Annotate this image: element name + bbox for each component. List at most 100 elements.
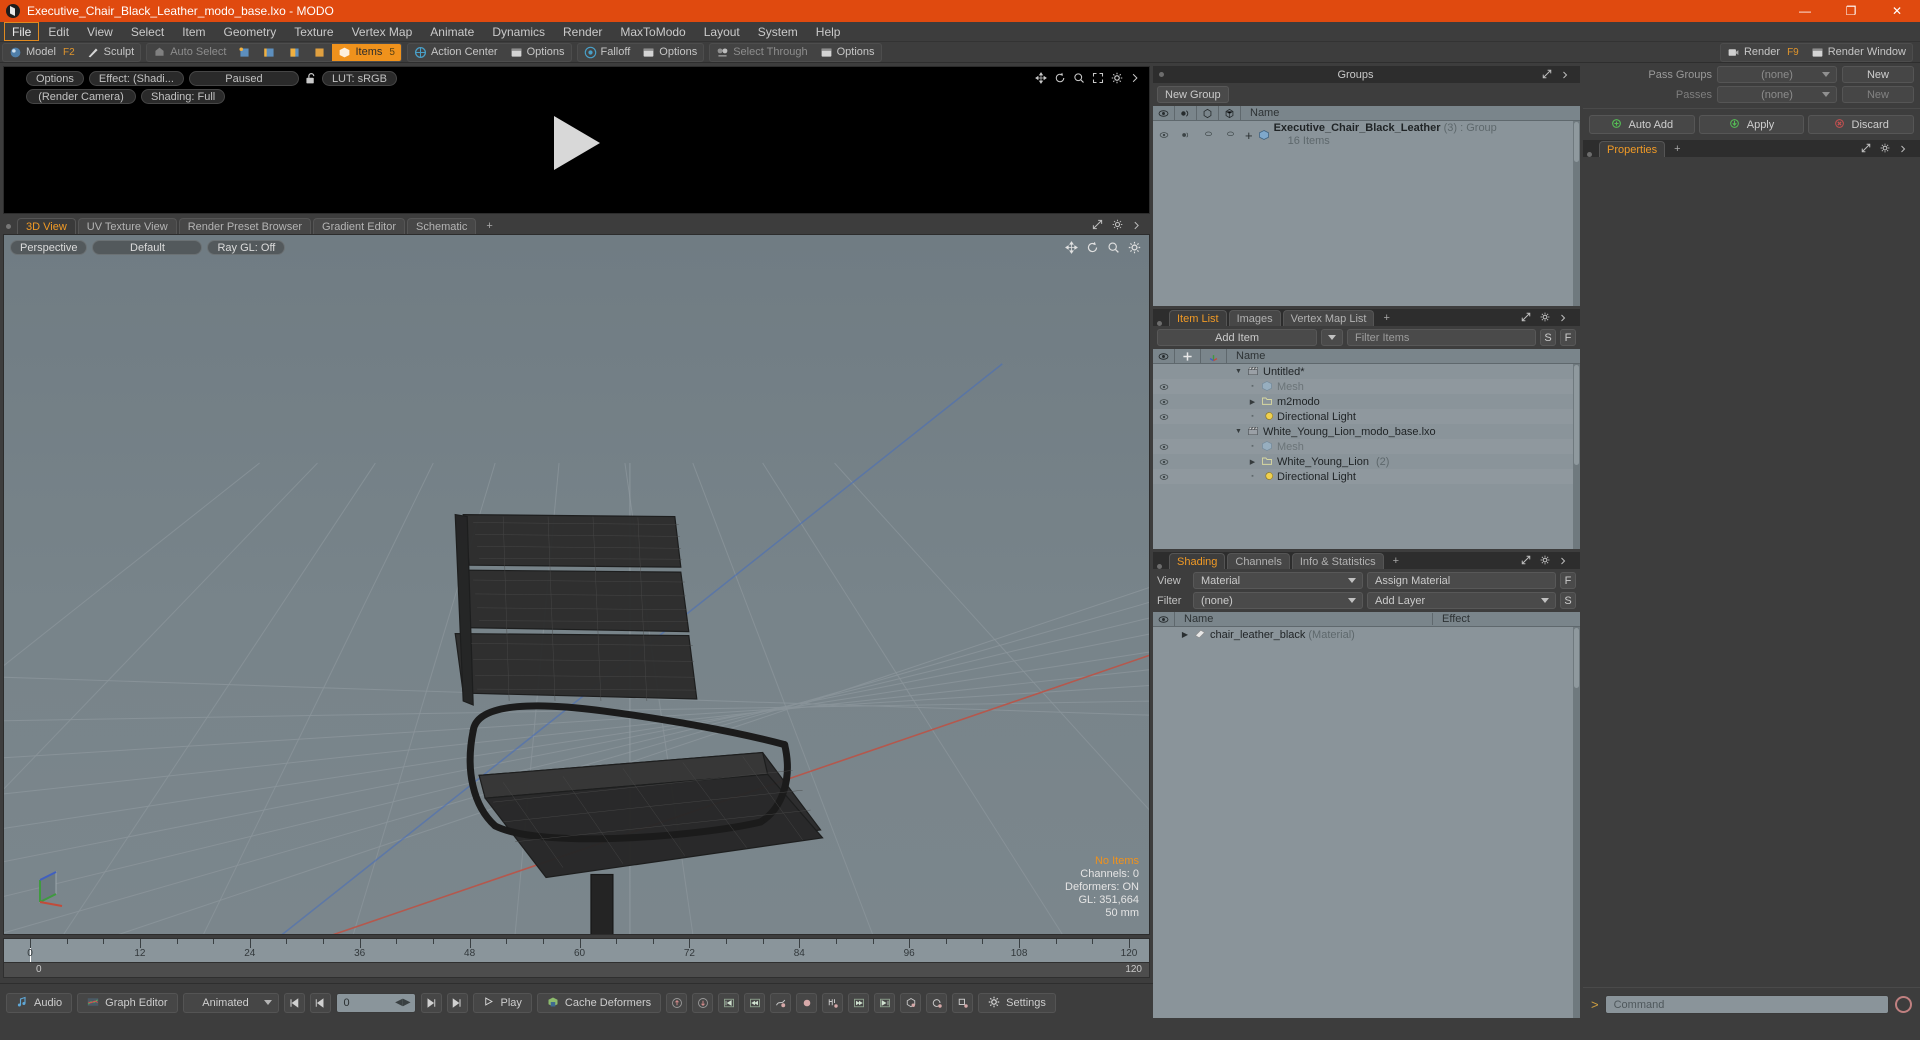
gear-icon[interactable] — [1128, 241, 1141, 254]
row-visibility-toggle[interactable] — [1153, 627, 1175, 642]
key-transform-down-button[interactable] — [692, 992, 714, 1013]
col-shade-icon[interactable] — [1197, 105, 1219, 121]
gear-icon[interactable] — [1112, 219, 1125, 232]
tab-images[interactable]: Images — [1228, 310, 1281, 326]
table-row[interactable]: + Executive_Chair_Black_Leather (3) : Gr… — [1153, 121, 1580, 149]
col-visibility-icon[interactable] — [1153, 105, 1175, 121]
tab-shading[interactable]: Shading — [1169, 553, 1226, 569]
add-item-dropdown[interactable] — [1321, 329, 1343, 346]
viewport-shading-button[interactable]: Default — [92, 240, 203, 255]
delete-key-button[interactable] — [796, 992, 818, 1013]
render-paused-button[interactable]: Paused — [188, 71, 299, 86]
tab-3d-view[interactable]: 3D View — [17, 218, 76, 234]
falloff-options-button[interactable]: Options — [636, 44, 703, 61]
frame-spinner-icon[interactable]: ◀▶ — [395, 997, 410, 1008]
row-visibility-toggle[interactable] — [1153, 454, 1175, 469]
list-item[interactable]: ▶ White_Young_Lion (2) — [1153, 454, 1580, 469]
panel-dot-icon[interactable] — [1157, 564, 1162, 569]
material-mode-button[interactable] — [307, 44, 332, 61]
timeline-ruler[interactable]: 0 12 24 36 48 60 72 84 96 108 120 — [3, 938, 1150, 962]
row-visibility-toggle[interactable] — [1153, 394, 1175, 409]
row-visibility-toggle[interactable] — [1153, 439, 1175, 454]
menu-geometry[interactable]: Geometry — [215, 22, 286, 41]
item-row-content[interactable]: ▪ Mesh — [1227, 440, 1580, 453]
item-row-content[interactable]: ▼ Untitled* — [1227, 365, 1580, 378]
item-row-content[interactable]: ▪ Directional Light — [1227, 470, 1580, 483]
row-visibility-toggle[interactable] — [1153, 469, 1175, 484]
col-render-icon[interactable] — [1175, 105, 1197, 121]
group-row-content[interactable]: + Executive_Chair_Black_Leather (3) : Gr… — [1241, 122, 1580, 148]
chevron-down-icon[interactable]: ▼ — [1233, 428, 1244, 435]
model-mode-button[interactable]: Model F2 — [3, 44, 81, 61]
shading-f-button[interactable]: F — [1560, 572, 1576, 589]
key-channels-button[interactable] — [822, 992, 844, 1013]
row-lock-cell[interactable] — [1175, 454, 1201, 469]
menu-help[interactable]: Help — [807, 22, 850, 41]
go-to-end-button[interactable] — [446, 992, 468, 1013]
list-item[interactable]: ▼ White_Young_Lion_modo_base.lxo — [1153, 424, 1580, 439]
shading-table-body[interactable]: ▶ chair_leather_black (Material) — [1153, 627, 1580, 1018]
sculpt-mode-button[interactable]: Sculpt — [81, 44, 141, 61]
chevron-right-icon[interactable] — [1130, 72, 1143, 85]
filter-s-button[interactable]: S — [1540, 329, 1556, 346]
row-visibility-toggle[interactable] — [1153, 379, 1175, 394]
chevron-down-icon[interactable]: ▼ — [1233, 368, 1244, 375]
item-row-content[interactable]: ▪ Directional Light — [1227, 410, 1580, 423]
shading-s-button[interactable]: S — [1560, 592, 1576, 609]
key-set-button[interactable] — [900, 992, 922, 1013]
item-list-table-body[interactable]: ▼ Untitled* ▪ Mesh ▶ m2modo ▪ Directional Light… — [1153, 364, 1580, 549]
list-item[interactable]: ▪ Directional Light — [1153, 469, 1580, 484]
pass-groups-new-button[interactable]: New — [1842, 66, 1914, 83]
item-list-scrollbar[interactable] — [1573, 364, 1580, 549]
panel-dot-icon[interactable] — [1157, 321, 1162, 326]
viewport-perspective-button[interactable]: Perspective — [10, 240, 88, 255]
play-triangle-icon[interactable] — [553, 115, 600, 170]
close-button[interactable]: ✕ — [1874, 0, 1920, 22]
row-transform-cell[interactable] — [1201, 364, 1227, 379]
row-render-toggle[interactable] — [1175, 128, 1197, 143]
row-transform-cell[interactable] — [1201, 409, 1227, 424]
row-visibility-toggle[interactable] — [1153, 364, 1175, 379]
gear-icon[interactable] — [1540, 554, 1553, 567]
menu-select[interactable]: Select — [122, 22, 173, 41]
menu-texture[interactable]: Texture — [285, 22, 342, 41]
edge-mode-button[interactable] — [257, 44, 282, 61]
row-lock-cell[interactable] — [1175, 364, 1201, 379]
filter-items-input[interactable]: Filter Items — [1347, 329, 1536, 346]
timeline-range-bar[interactable]: 0 120 — [3, 962, 1150, 978]
falloff-button[interactable]: Falloff — [578, 44, 637, 61]
action-center-options-button[interactable]: Options — [504, 44, 571, 61]
render-options-button[interactable]: Options — [26, 71, 84, 86]
item-row-content[interactable]: ▪ Mesh — [1227, 380, 1580, 393]
chevron-right-icon[interactable] — [1561, 68, 1574, 81]
material-row-content[interactable]: ▶ chair_leather_black (Material) — [1175, 628, 1433, 641]
timeline[interactable]: 0 12 24 36 48 60 72 84 96 108 120 0 120 — [3, 938, 1150, 980]
menu-system[interactable]: System — [749, 22, 807, 41]
graph-editor-button[interactable]: Graph Editor — [77, 992, 178, 1013]
menu-view[interactable]: View — [78, 22, 122, 41]
fit-icon[interactable] — [1092, 72, 1105, 85]
viewport-raygl-button[interactable]: Ray GL: Off — [207, 240, 286, 255]
key-snapshot-button[interactable] — [952, 992, 974, 1013]
chevron-right-icon[interactable]: ▶ — [1179, 630, 1191, 639]
groups-scrollbar[interactable] — [1573, 121, 1580, 306]
maximize-panel-icon[interactable] — [1542, 68, 1555, 81]
row-transform-cell[interactable] — [1201, 454, 1227, 469]
chevron-right-icon[interactable]: ▶ — [1247, 398, 1258, 406]
item-list-scroll-thumb[interactable] — [1574, 365, 1579, 465]
maximize-panel-icon[interactable] — [1521, 554, 1534, 567]
play-button[interactable]: Play — [472, 992, 532, 1013]
panel-dot-icon[interactable] — [1159, 72, 1164, 77]
tab-info-statistics[interactable]: Info & Statistics — [1291, 553, 1384, 569]
command-input[interactable]: Command — [1604, 995, 1889, 1014]
key-cycle-button[interactable] — [926, 992, 948, 1013]
row-lock-cell[interactable] — [1175, 469, 1201, 484]
list-item[interactable]: ▼ Untitled* — [1153, 364, 1580, 379]
list-item[interactable]: ▪ Mesh — [1153, 379, 1580, 394]
go-to-last-key-button[interactable] — [874, 992, 896, 1013]
tab-add-button[interactable]: + — [1376, 310, 1396, 326]
unlock-icon[interactable] — [304, 72, 317, 85]
animation-mode-dropdown[interactable]: Animated — [182, 992, 279, 1013]
row-transform-cell[interactable] — [1201, 439, 1227, 454]
item-row-content[interactable]: ▶ m2modo — [1227, 395, 1580, 408]
